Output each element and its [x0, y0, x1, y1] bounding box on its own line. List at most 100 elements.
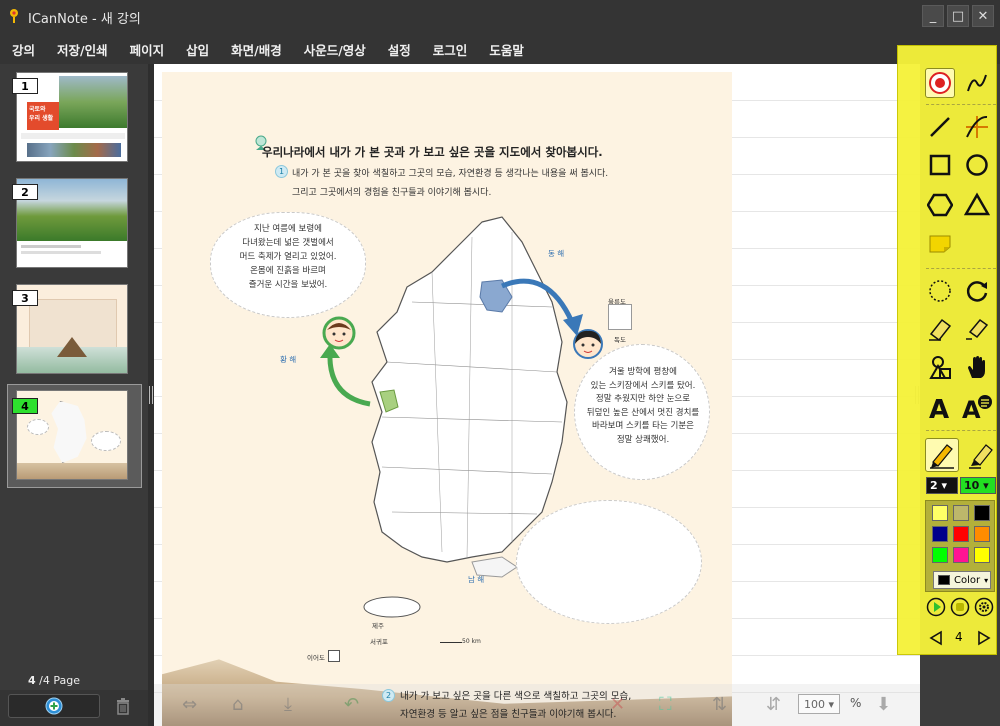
thumbnail-title: 국토와 — [29, 106, 46, 113]
color-palette: Color ▾ — [925, 500, 995, 592]
pen-size-select[interactable]: 2 ▾ — [926, 477, 958, 494]
fit-width-icon[interactable]: ⇔ — [182, 694, 197, 715]
download-icon[interactable]: ⤓ — [284, 694, 292, 715]
play-icon — [926, 597, 946, 617]
triangle-icon — [964, 192, 990, 216]
color-swatch[interactable] — [932, 526, 948, 542]
title-bar: ICanNote - 새 강의 _ □ ✕ — [0, 0, 1000, 34]
laser-pointer-tool[interactable] — [925, 68, 955, 98]
curve-icon — [967, 74, 987, 92]
sort-19-icon[interactable]: ⇵ — [766, 694, 781, 715]
add-page-button[interactable] — [8, 694, 100, 718]
menu-page[interactable]: 페이지 — [130, 40, 165, 59]
color-swatch[interactable] — [974, 526, 990, 542]
dokdo-label: 독도 — [614, 336, 626, 344]
bubble-text-left: 지난 여름에 보령에 다녀왔는데 넓은 갯벌에서 머드 축제가 열리고 있었어.… — [239, 224, 337, 290]
record-dot-icon — [929, 72, 951, 94]
text-list-tool[interactable]: A — [962, 392, 992, 422]
app-logo-icon — [10, 9, 18, 23]
menu-save-print[interactable]: 저장/인쇄 — [57, 40, 108, 59]
color-swatch[interactable] — [953, 547, 969, 563]
menu-lecture[interactable]: 강의 — [12, 40, 35, 59]
menu-insert[interactable]: 삽입 — [186, 40, 209, 59]
seogwipo-label: 서귀포 — [370, 638, 388, 646]
prev-page-button[interactable] — [927, 628, 945, 648]
bottom-instruction: 내가 가 보고 싶은 곳을 다른 색으로 색칠하고 그곳의 모습, — [400, 691, 632, 702]
pan-tool[interactable] — [962, 352, 992, 382]
thumbnail-number: 3 — [12, 290, 38, 306]
thumbnail-panel: 1 국토와 우리 생활 2 3 4 4 /4 Page — [0, 64, 148, 726]
pen-tool[interactable] — [925, 438, 959, 472]
text-list-icon: A — [962, 395, 992, 421]
triangle-right-icon — [978, 630, 991, 646]
menu-settings[interactable]: 설정 — [388, 40, 411, 59]
lasso-select-tool[interactable] — [925, 276, 955, 306]
menu-login[interactable]: 로그인 — [433, 40, 468, 59]
color-swatch[interactable] — [932, 505, 948, 521]
menu-screen-background[interactable]: 화면/배경 — [231, 40, 282, 59]
tool-page-number: 4 — [955, 630, 963, 644]
menu-sound-video[interactable]: 사운드/영상 — [304, 40, 366, 59]
sea-label-west: 황 해 — [280, 355, 297, 364]
undo-icon[interactable]: ↶ — [344, 694, 359, 715]
pencil-icon — [930, 444, 954, 469]
refresh-tool[interactable] — [962, 276, 992, 306]
shapes-tool[interactable] — [925, 352, 955, 382]
delete-page-button[interactable] — [110, 694, 136, 718]
highlighter-icon — [969, 444, 993, 469]
color-swatch[interactable] — [974, 547, 990, 563]
sort-az-icon[interactable]: ⇅ — [712, 694, 727, 715]
eraser-tool[interactable] — [925, 314, 955, 344]
current-page-number: 4 — [28, 674, 36, 687]
close-x-icon[interactable]: ✕ — [610, 694, 625, 715]
sea-label-south: 남 해 — [468, 575, 485, 584]
bubble-text-right: 겨울 방학에 평창에 있는 스키장에서 스키를 탔어. 정말 추웠지만 하얀 눈… — [586, 367, 700, 445]
color-picker-button[interactable]: Color ▾ — [933, 571, 991, 589]
note-canvas[interactable]: 우리나라에서 내가 가 본 곳과 가 보고 싶은 곳을 지도에서 찾아봅시다. … — [154, 64, 920, 726]
play-button[interactable] — [925, 596, 947, 618]
line-tool[interactable] — [925, 112, 955, 142]
thumbnail-number: 1 — [12, 78, 38, 94]
arrow-down-icon[interactable]: ⬇ — [876, 694, 891, 715]
gear-icon — [974, 597, 994, 617]
color-swatch[interactable] — [953, 505, 969, 521]
partial-eraser-tool[interactable] — [962, 314, 992, 344]
sea-label-east: 동 해 — [548, 249, 565, 258]
maximize-button[interactable]: □ — [947, 5, 969, 27]
rectangle-tool[interactable] — [925, 150, 955, 180]
sticky-note-tool[interactable] — [925, 228, 955, 258]
color-swatch[interactable] — [953, 526, 969, 542]
window-title: ICanNote - 새 강의 — [28, 12, 141, 27]
bottom-toolbar: ⇔ ⌂ ⤓ ↶ 2 내가 가 보고 싶은 곳을 다른 색으로 색칠하고 그곳의 … — [154, 684, 920, 726]
opacity-select[interactable]: 10 ▾ — [960, 477, 996, 494]
green-arrow-icon — [320, 344, 371, 407]
jeju-label: 제주 — [372, 622, 384, 630]
freehand-tool[interactable] — [962, 68, 992, 98]
fullscreen-icon[interactable]: ⛶ — [659, 694, 672, 715]
settings-button[interactable] — [973, 596, 995, 618]
circle-tool[interactable] — [962, 150, 992, 180]
hexagon-tool[interactable] — [925, 190, 955, 220]
color-swatch[interactable] — [974, 505, 990, 521]
ieodo-label: 이어도 — [307, 654, 325, 662]
triangle-tool[interactable] — [962, 190, 992, 220]
close-button[interactable]: ✕ — [972, 5, 994, 27]
color-swatch[interactable] — [932, 547, 948, 563]
circle-icon — [966, 154, 988, 176]
bottom-instruction: 자연환경 등 알고 싶은 점을 친구들과 이야기해 봅시다. — [400, 709, 617, 720]
stop-button[interactable] — [949, 596, 971, 618]
chevron-down-icon: ▾ — [984, 575, 989, 585]
next-page-button[interactable] — [975, 628, 993, 648]
eraser-icon — [929, 318, 952, 342]
menu-help[interactable]: 도움말 — [489, 40, 524, 59]
color-label: Color — [954, 574, 981, 586]
axis-tool[interactable] — [962, 112, 992, 142]
add-circle-icon — [45, 697, 63, 715]
instruction-text: 그리고 그곳에서의 경험을 친구들과 이야기해 봅시다. — [292, 188, 492, 198]
minimize-button[interactable]: _ — [922, 5, 944, 27]
highlighter-tool[interactable] — [964, 438, 998, 472]
zoom-select[interactable]: 100 ▾ — [798, 694, 840, 714]
home-icon[interactable]: ⌂ — [232, 694, 243, 715]
square-icon — [929, 154, 951, 176]
text-tool[interactable]: A — [925, 392, 955, 422]
